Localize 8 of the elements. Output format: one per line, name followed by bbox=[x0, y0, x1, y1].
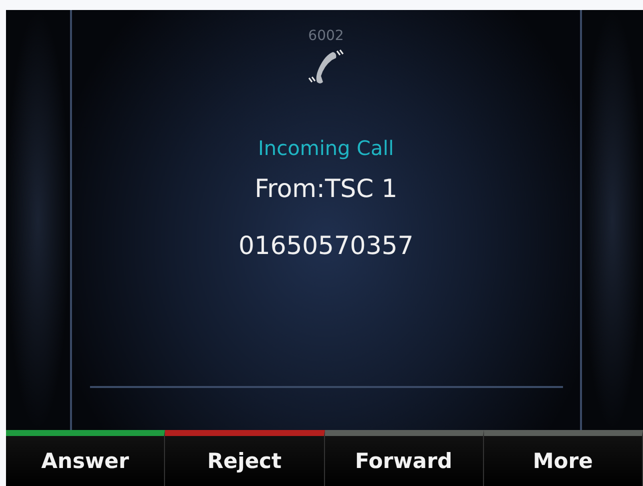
softkey[interactable]: Reject bbox=[165, 430, 324, 486]
caller-number: 01650570357 bbox=[238, 231, 414, 260]
line-number: 6002 bbox=[308, 28, 344, 44]
softkey[interactable]: Forward bbox=[324, 430, 484, 486]
softkey[interactable]: More bbox=[484, 430, 643, 486]
caller-name: From:TSC 1 bbox=[254, 174, 398, 203]
softkey[interactable]: Answer bbox=[6, 430, 166, 486]
call-status: Incoming Call bbox=[258, 136, 394, 160]
